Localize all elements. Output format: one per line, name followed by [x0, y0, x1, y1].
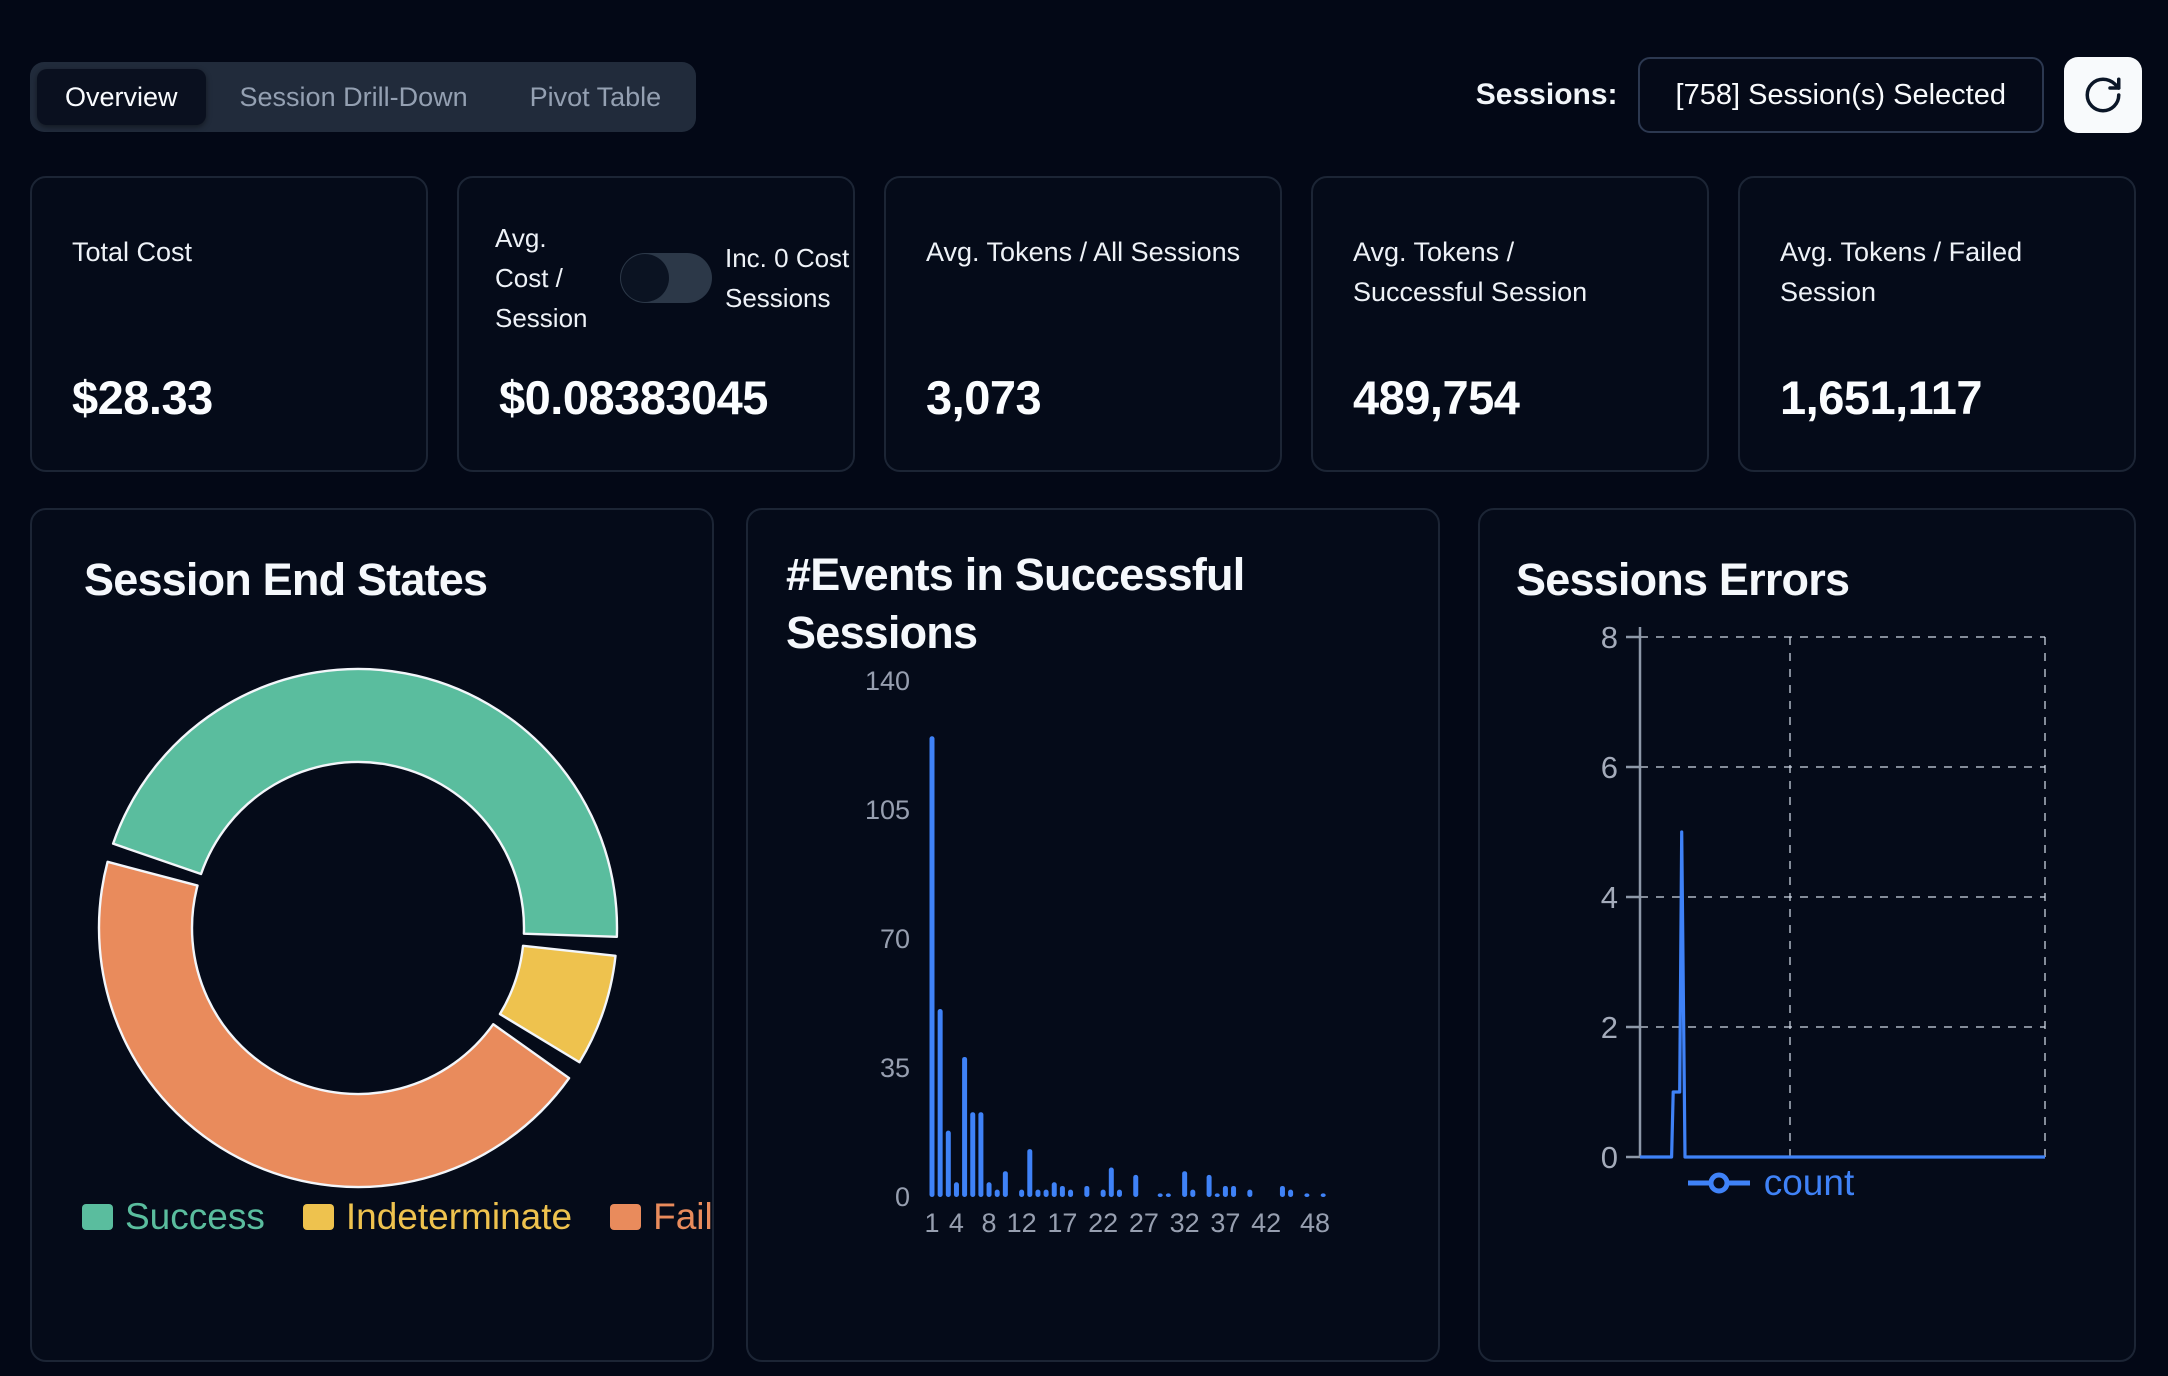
tab-session-drill-down[interactable]: Session Drill-Down	[212, 69, 496, 125]
zero-cost-sessions-toggle[interactable]	[620, 253, 712, 303]
avg-cost-label: Avg. Cost / Session	[495, 218, 607, 338]
donut-chart-title: Session End States	[84, 554, 487, 606]
avg-cost-header: Avg. Cost / Session Inc. 0 Cost Sessions	[495, 218, 845, 338]
svg-text:6: 6	[1601, 750, 1618, 785]
stat-label: Avg. Tokens / Successful Session	[1353, 232, 1623, 312]
svg-text:22: 22	[1088, 1208, 1118, 1238]
sessions-label: Sessions:	[1476, 78, 1618, 112]
stat-value: 1,651,117	[1780, 370, 1982, 425]
errors-chart-title: Sessions Errors	[1516, 554, 1849, 606]
svg-text:35: 35	[880, 1053, 910, 1083]
donut-legend: Success Indeterminate Fail	[82, 1196, 713, 1238]
stat-value: $0.08383045	[499, 370, 768, 425]
sessions-controls: Sessions: [758] Session(s) Selected	[1476, 52, 2142, 138]
svg-text:4: 4	[949, 1208, 964, 1238]
refresh-icon	[2082, 74, 2124, 116]
sessions-errors-card: Sessions Errors 02468 count	[1478, 508, 2136, 1362]
errors-legend-count[interactable]: count	[1570, 1162, 1970, 1204]
count-series-marker-icon	[1686, 1171, 1752, 1195]
stat-card-avg-tokens-successful: Avg. Tokens / Successful Session 489,754	[1311, 176, 1709, 472]
events-histogram-card: #Events in Successful Sessions 0 35 70 105 1…	[746, 508, 1440, 1362]
stat-cards-row: Total Cost $28.33 Avg. Cost / Session In…	[30, 176, 2136, 472]
stat-label: Avg. Tokens / Failed Session	[1780, 232, 2080, 312]
svg-text:8: 8	[982, 1208, 997, 1238]
legend-item-success[interactable]: Success	[82, 1196, 265, 1238]
svg-text:12: 12	[1007, 1208, 1037, 1238]
refresh-button[interactable]	[2064, 57, 2142, 133]
sessions-select-button[interactable]: [758] Session(s) Selected	[1638, 57, 2044, 133]
legend-swatch-success	[82, 1204, 113, 1230]
stat-value: 3,073	[926, 370, 1041, 425]
svg-text:70: 70	[880, 924, 910, 954]
count-series-label: count	[1764, 1162, 1855, 1204]
tab-overview[interactable]: Overview	[37, 69, 206, 125]
stat-value: $28.33	[72, 370, 213, 425]
sessions-errors-line-chart: 02468	[1480, 510, 2138, 1364]
legend-swatch-fail	[610, 1204, 641, 1230]
svg-text:1: 1	[924, 1208, 939, 1238]
svg-text:8: 8	[1601, 620, 1618, 655]
legend-label: Success	[125, 1196, 265, 1238]
stat-label: Total Cost	[72, 232, 392, 272]
svg-text:140: 140	[865, 666, 910, 696]
legend-item-indeterminate[interactable]: Indeterminate	[303, 1196, 572, 1238]
svg-text:42: 42	[1251, 1208, 1281, 1238]
stat-value: 489,754	[1353, 370, 1519, 425]
svg-text:27: 27	[1129, 1208, 1159, 1238]
svg-text:17: 17	[1047, 1208, 1077, 1238]
legend-label: Indeterminate	[346, 1196, 572, 1238]
svg-text:37: 37	[1210, 1208, 1240, 1238]
session-end-states-card: Session End States Success Indeterminate…	[30, 508, 714, 1362]
zero-cost-toggle-label: Inc. 0 Cost Sessions	[725, 238, 859, 318]
dashboard-page: Overview Session Drill-Down Pivot Table …	[0, 0, 2168, 1376]
legend-swatch-indeterminate	[303, 1204, 334, 1230]
svg-text:32: 32	[1170, 1208, 1200, 1238]
legend-label: Fail	[653, 1196, 713, 1238]
svg-text:105: 105	[865, 795, 910, 825]
stat-card-avg-cost: Avg. Cost / Session Inc. 0 Cost Sessions…	[457, 176, 855, 472]
tab-bar: Overview Session Drill-Down Pivot Table	[30, 62, 696, 132]
stat-card-total-cost: Total Cost $28.33	[30, 176, 428, 472]
stat-card-avg-tokens-all: Avg. Tokens / All Sessions 3,073	[884, 176, 1282, 472]
tab-pivot-table[interactable]: Pivot Table	[502, 69, 690, 125]
toggle-knob	[621, 254, 669, 302]
svg-text:0: 0	[895, 1182, 910, 1212]
legend-item-fail[interactable]: Fail	[610, 1196, 713, 1238]
histogram-title: #Events in Successful Sessions	[786, 546, 1346, 662]
svg-text:2: 2	[1601, 1010, 1618, 1045]
stat-card-avg-tokens-failed: Avg. Tokens / Failed Session 1,651,117	[1738, 176, 2136, 472]
svg-text:4: 4	[1601, 880, 1618, 915]
stat-label: Avg. Tokens / All Sessions	[926, 232, 1246, 272]
svg-text:48: 48	[1300, 1208, 1330, 1238]
